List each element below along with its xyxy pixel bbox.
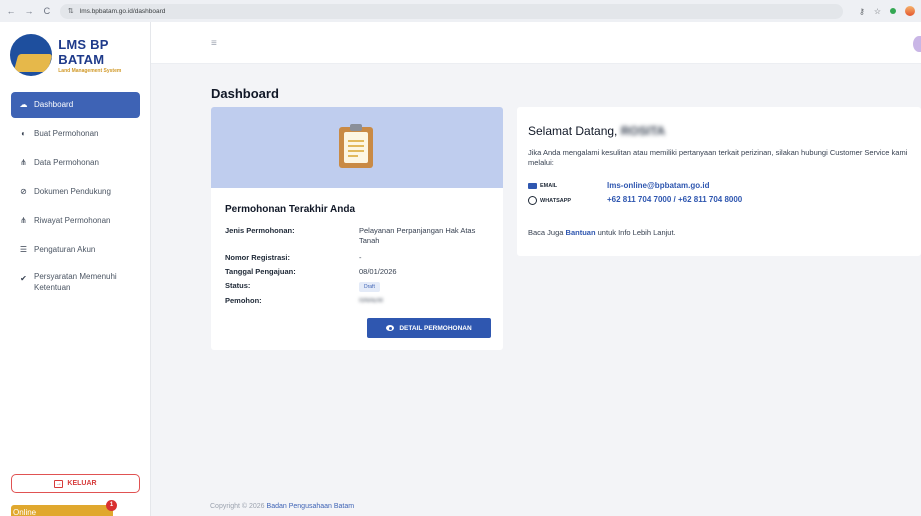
tanggal-value: 08/01/2026	[359, 267, 397, 276]
sidebar-item-riwayat-permohonan[interactable]: ⋔ Riwayat Permohonan	[11, 208, 140, 234]
bantuan-link[interactable]: Bantuan	[566, 228, 596, 237]
sitemap-icon: ⋔	[20, 216, 27, 225]
welcome-title: Selamat Datang, ROSITA	[528, 124, 665, 138]
menu-toggle-icon[interactable]: ≡	[211, 38, 217, 49]
logo-icon	[10, 34, 53, 76]
sidebar-item-dokumen-pendukung[interactable]: ⊘ Dokumen Pendukung	[11, 179, 140, 205]
email-row: EMAIL	[528, 183, 557, 189]
read-more-text: Baca Juga Bantuan untuk Info Lebih Lanju…	[528, 228, 676, 237]
brand[interactable]: LMS BP BATAM Land Management System	[10, 34, 150, 76]
paperclip-icon: ⊘	[20, 187, 27, 196]
address-bar[interactable]: ⇅ lms.bpbatam.go.id/dashboard	[59, 3, 843, 19]
welcome-description: Jika Anda mengalami kesulitan atau memil…	[528, 148, 908, 167]
settings-icon: ☰	[19, 245, 28, 254]
mail-icon	[528, 183, 537, 189]
check-circle-icon: ✔	[20, 274, 27, 283]
sidebar-item-label: Persyaratan Memenuhi Ketentuan	[34, 272, 117, 292]
jenis-label: Jenis Permohonan:	[225, 226, 295, 235]
logout-button[interactable]: → KELUAR	[11, 474, 140, 493]
whatsapp-row: WHATSAPP	[528, 196, 571, 205]
logout-icon: →	[54, 479, 64, 488]
read-suffix: untuk Info Lebih Lanjut.	[597, 228, 676, 237]
card-hero	[211, 107, 503, 188]
site-settings-icon[interactable]: ⇅	[68, 7, 74, 15]
whatsapp-link[interactable]: +62 811 704 7000 / +62 811 704 8000	[607, 195, 742, 204]
sidebar-item-label: Pengaturan Akun	[34, 245, 96, 254]
tanggal-label: Tanggal Pengajuan:	[225, 267, 296, 276]
status-label: Status:	[225, 281, 251, 290]
email-link[interactable]: lms-online@bpbatam.go.id	[607, 181, 709, 190]
org-link[interactable]: Badan Pengusahaan Batam	[267, 503, 355, 510]
extension-icon[interactable]	[889, 8, 896, 14]
nomor-value: -	[359, 253, 362, 262]
whatsapp-label: WHATSAPP	[540, 197, 572, 204]
greeting-text: Selamat Datang,	[528, 124, 618, 138]
brand-title: LMS BP BATAM	[58, 36, 109, 67]
avatar[interactable]	[913, 36, 921, 52]
eye-icon	[386, 325, 395, 331]
page-title: Dashboard	[211, 86, 279, 101]
footer: Copyright © 2026 Badan Pengusahaan Batam	[210, 503, 354, 510]
logout-label: KELUAR	[67, 480, 97, 487]
url-text: lms.bpbatam.go.id/dashboard	[79, 7, 166, 15]
sidebar-item-pengaturan-akun[interactable]: ☰ Pengaturan Akun	[11, 237, 140, 263]
whatsapp-icon	[528, 196, 537, 205]
forward-icon[interactable]: →	[24, 6, 34, 16]
top-header: ≡	[151, 22, 921, 64]
sidebar-item-dashboard[interactable]: ☁ Dashboard	[11, 92, 140, 118]
sidebar-item-persyaratan[interactable]: ✔ Persyaratan Memenuhi Ketentuan	[11, 266, 140, 302]
back-icon[interactable]: ←	[6, 6, 16, 16]
detail-button-label: DETAIL PERMOHONAN	[399, 324, 472, 332]
sidebar: LMS BP BATAM Land Management System ☁ Da…	[0, 22, 151, 516]
reload-icon[interactable]: C	[42, 6, 52, 16]
sidebar-menu: ☁ Dashboard ◐ Buat Permohonan ⋔ Data Per…	[11, 92, 140, 305]
sidebar-item-label: Riwayat Permohonan	[34, 216, 111, 225]
email-label: EMAIL	[540, 183, 558, 189]
sidebar-item-label: Dokumen Pendukung	[34, 187, 111, 196]
read-prefix: Baca Juga	[528, 228, 564, 237]
pemohon-value: ISNAENI	[359, 298, 384, 304]
globe-icon: ◐	[21, 129, 26, 138]
nomor-label: Nomor Registrasi:	[225, 253, 291, 262]
online-status[interactable]: Online	[11, 505, 113, 516]
jenis-value: Pelayanan Perpanjangan Hak Atas Tanah	[359, 226, 476, 245]
key-icon[interactable]: ⚷	[859, 7, 865, 16]
sidebar-item-data-permohonan[interactable]: ⋔ Data Permohonan	[11, 150, 140, 176]
copyright-text: Copyright © 2026	[210, 503, 265, 510]
notification-badge: 1	[106, 500, 117, 511]
sidebar-item-label: Buat Permohonan	[34, 129, 99, 138]
sidebar-item-buat-permohonan[interactable]: ◐ Buat Permohonan	[11, 121, 140, 147]
sidebar-item-label: Dashboard	[34, 100, 74, 109]
card-heading: Permohonan Terakhir Anda	[225, 204, 356, 215]
detail-permohonan-button[interactable]: DETAIL PERMOHONAN	[367, 318, 491, 338]
latest-application-card: Permohonan Terakhir Anda Jenis Permohona…	[211, 107, 503, 350]
status-badge: Draft	[359, 282, 380, 292]
user-name: ROSITA	[620, 124, 666, 138]
cloud-icon: ☁	[19, 100, 28, 109]
welcome-card: Selamat Datang, ROSITA Jika Anda mengala…	[517, 107, 921, 256]
sidebar-item-label: Data Permohonan	[34, 158, 99, 167]
brand-subtitle: Land Management System	[58, 67, 122, 74]
clipboard-icon	[339, 124, 373, 168]
sitemap-icon: ⋔	[20, 158, 27, 167]
pemohon-label: Pemohon:	[225, 296, 262, 305]
profile-icon[interactable]	[904, 6, 915, 16]
browser-toolbar: ← → C ⇅ lms.bpbatam.go.id/dashboard ⚷ ☆	[0, 0, 921, 22]
star-icon[interactable]: ☆	[874, 7, 881, 16]
